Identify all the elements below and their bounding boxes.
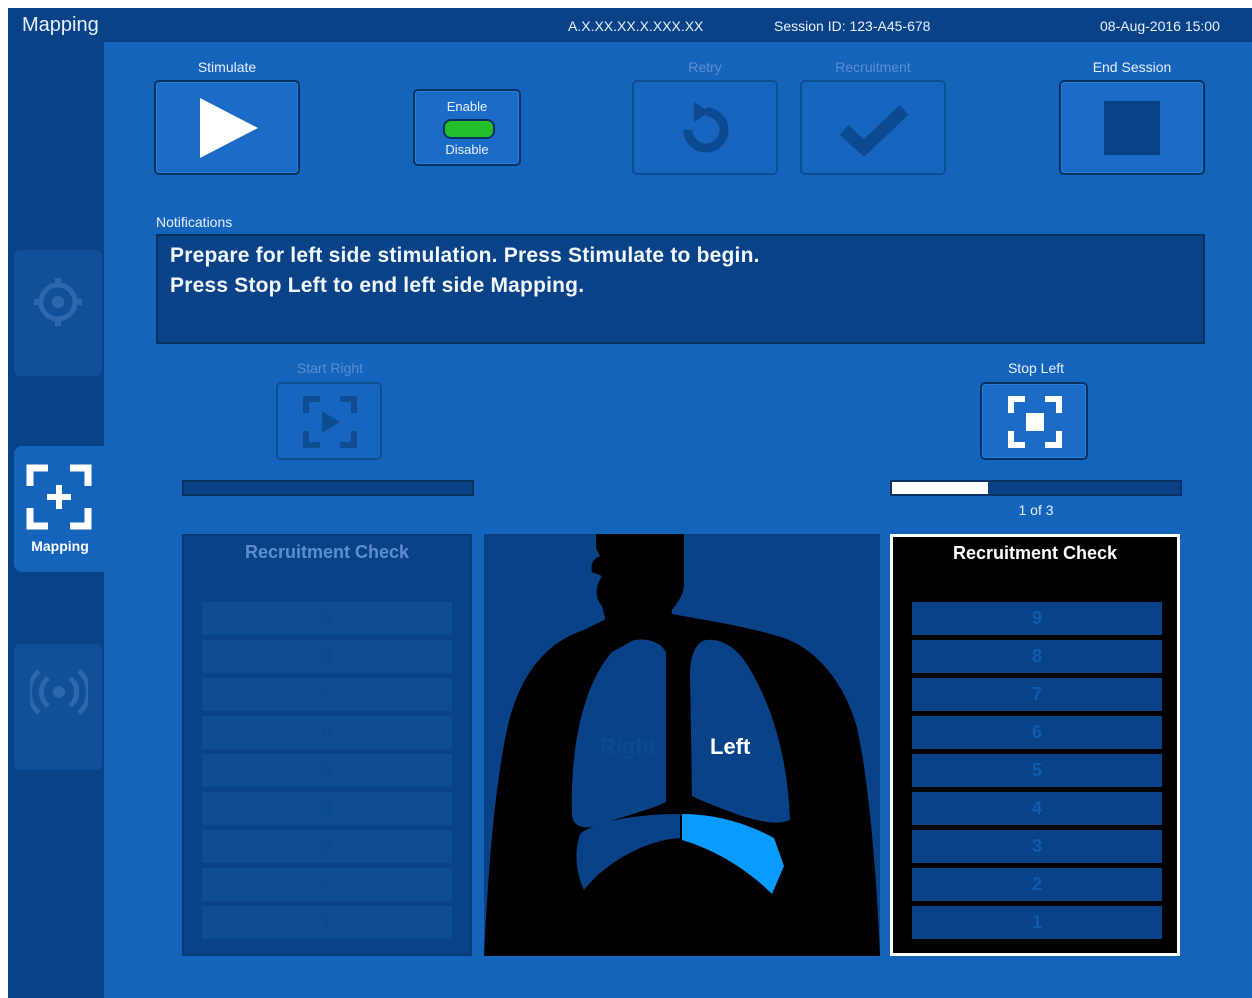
recruitment-check-right-panel: Recruitment Check 9 8 7 6 5 4 3 2 1 [182, 534, 472, 956]
recruitment-level-row[interactable]: 1 [202, 906, 452, 939]
enable-label: Enable [446, 99, 488, 114]
datetime: 08-Aug-2016 15:00 [1100, 18, 1220, 34]
recruitment-level-row[interactable]: 9 [912, 602, 1162, 635]
retry-label: Retry [688, 59, 722, 75]
start-right-button[interactable] [276, 382, 382, 460]
left-progress-text: 1 of 3 [1018, 502, 1054, 518]
end-session-button[interactable] [1059, 80, 1205, 175]
sidebar: Mapping [8, 42, 106, 998]
left-progress-bar [890, 480, 1182, 496]
notifications-panel: Prepare for left side stimulation. Press… [156, 234, 1205, 344]
play-icon [200, 98, 258, 158]
notifications-label: Notifications [156, 214, 233, 230]
sidebar-item-mapping[interactable]: Mapping [14, 446, 106, 572]
mapping-start-icon [303, 396, 357, 448]
stimulate-label: Stimulate [197, 59, 257, 75]
recruitment-check-left-panel: Recruitment Check 9 8 7 6 5 4 3 2 1 [890, 534, 1180, 956]
sidebar-item-target[interactable] [14, 250, 102, 376]
notification-line: Prepare for left side stimulation. Press… [170, 244, 760, 267]
recruitment-level-row[interactable]: 2 [202, 868, 452, 901]
recruitment-button[interactable] [800, 80, 946, 175]
recruitment-check-title: Recruitment Check [244, 542, 410, 562]
mapping-stop-icon [1008, 396, 1062, 448]
right-lung-label: Right [600, 734, 657, 759]
device-id: A.X.XX.XX.X.XXX.XX [568, 18, 704, 34]
left-lung-label: Left [710, 734, 751, 759]
recruitment-level-row[interactable]: 5 [202, 754, 452, 787]
sidebar-item-signal[interactable] [14, 644, 102, 770]
start-right-label: Start Right [296, 360, 364, 376]
mapping-icon [26, 464, 92, 530]
app-title: Mapping [22, 14, 99, 36]
recruitment-check-title: Recruitment Check [952, 543, 1118, 563]
recruitment-level-row[interactable]: 6 [912, 716, 1162, 749]
notification-line: Press Stop Left to end left side Mapping… [170, 274, 585, 297]
sidebar-item-label: Mapping [31, 538, 89, 554]
recruitment-level-row[interactable]: 3 [202, 830, 452, 863]
stop-icon [1104, 101, 1160, 155]
session-id: Session ID: 123-A45-678 [774, 18, 931, 34]
stop-left-button[interactable] [980, 382, 1088, 460]
end-session-label: End Session [1092, 59, 1172, 75]
signal-icon [30, 669, 88, 715]
recruitment-level-row[interactable]: 3 [912, 830, 1162, 863]
body-diagram: Right Left [484, 534, 880, 956]
recruitment-label: Recruitment [835, 59, 911, 75]
left-progress-fill [892, 482, 988, 494]
recruitment-level-row[interactable]: 5 [912, 754, 1162, 787]
recruitment-level-row[interactable]: 7 [202, 678, 452, 711]
enable-disable-toggle[interactable]: Enable Disable [413, 89, 521, 166]
title-bar: Mapping A.X.XX.XX.X.XXX.XX Session ID: 1… [8, 8, 1252, 42]
checkmark-icon [839, 105, 909, 157]
recruitment-level-row[interactable]: 2 [912, 868, 1162, 901]
target-icon [34, 278, 82, 326]
stop-left-label: Stop Left [1007, 360, 1065, 376]
app-window: Mapping A.X.XX.XX.X.XXX.XX Session ID: 1… [8, 8, 1252, 998]
recruitment-level-row[interactable]: 7 [912, 678, 1162, 711]
recruitment-level-row[interactable]: 4 [912, 792, 1162, 825]
toggle-indicator [443, 119, 495, 139]
right-progress-bar [182, 480, 474, 496]
recruitment-level-row[interactable]: 8 [912, 640, 1162, 673]
disable-label: Disable [445, 142, 489, 157]
stimulate-button[interactable] [154, 80, 300, 175]
torso-silhouette [484, 534, 880, 956]
retry-icon [683, 102, 729, 153]
recruitment-level-row[interactable]: 1 [912, 906, 1162, 939]
recruitment-level-row[interactable]: 9 [202, 602, 452, 635]
recruitment-level-row[interactable]: 4 [202, 792, 452, 825]
recruitment-level-row[interactable]: 6 [202, 716, 452, 749]
retry-button[interactable] [632, 80, 778, 175]
recruitment-level-row[interactable]: 8 [202, 640, 452, 673]
